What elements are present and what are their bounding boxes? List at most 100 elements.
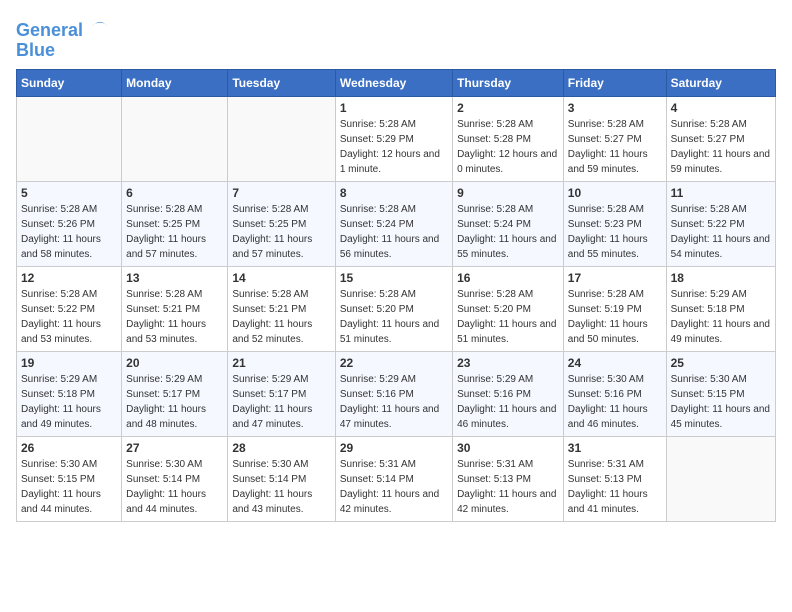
day-info: Sunrise: 5:28 AMSunset: 5:22 PMDaylight:… (671, 202, 771, 262)
day-info: Sunrise: 5:30 AMSunset: 5:15 PMDaylight:… (671, 372, 771, 432)
calendar-cell (122, 96, 228, 181)
calendar-cell: 1 Sunrise: 5:28 AMSunset: 5:29 PMDaylight… (335, 96, 452, 181)
day-number: 26 (21, 441, 117, 455)
day-info: Sunrise: 5:30 AMSunset: 5:14 PMDaylight:… (126, 457, 223, 517)
day-info: Sunrise: 5:29 AMSunset: 5:17 PMDaylight:… (126, 372, 223, 432)
logo-general: General (16, 20, 83, 40)
calendar-cell: 15 Sunrise: 5:28 AMSunset: 5:20 PMDayligh… (335, 266, 452, 351)
day-number: 19 (21, 356, 117, 370)
day-info: Sunrise: 5:28 AMSunset: 5:23 PMDaylight:… (568, 202, 662, 262)
day-info: Sunrise: 5:29 AMSunset: 5:18 PMDaylight:… (21, 372, 117, 432)
day-info: Sunrise: 5:29 AMSunset: 5:16 PMDaylight:… (340, 372, 448, 432)
calendar-header: SundayMondayTuesdayWednesdayThursdayFrid… (17, 69, 776, 96)
calendar-cell: 23 Sunrise: 5:29 AMSunset: 5:16 PMDayligh… (453, 351, 564, 436)
calendar-cell: 5 Sunrise: 5:28 AMSunset: 5:26 PMDaylight… (17, 181, 122, 266)
calendar-cell: 14Sunrise: 5:28 AMSunset: 5:21 PMDayligh… (228, 266, 335, 351)
calendar-cell: 31 Sunrise: 5:31 AMSunset: 5:13 PMDayligh… (563, 436, 666, 521)
calendar-table: SundayMondayTuesdayWednesdayThursdayFrid… (16, 69, 776, 522)
day-number: 1 (340, 101, 448, 115)
logo-icon (90, 16, 110, 36)
day-info: Sunrise: 5:28 AMSunset: 5:25 PMDaylight:… (232, 202, 330, 262)
day-info: Sunrise: 5:30 AMSunset: 5:14 PMDaylight:… (232, 457, 330, 517)
weekday-saturday: Saturday (666, 69, 775, 96)
day-info: Sunrise: 5:28 AMSunset: 5:27 PMDaylight:… (671, 117, 771, 177)
calendar-cell: 10 Sunrise: 5:28 AMSunset: 5:23 PMDayligh… (563, 181, 666, 266)
calendar-cell: 26 Sunrise: 5:30 AMSunset: 5:15 PMDayligh… (17, 436, 122, 521)
calendar-cell: 25 Sunrise: 5:30 AMSunset: 5:15 PMDayligh… (666, 351, 775, 436)
day-info: Sunrise: 5:30 AMSunset: 5:15 PMDaylight:… (21, 457, 117, 517)
weekday-sunday: Sunday (17, 69, 122, 96)
calendar-week-3: 12 Sunrise: 5:28 AMSunset: 5:22 PMDayligh… (17, 266, 776, 351)
day-info: Sunrise: 5:30 AMSunset: 5:16 PMDaylight:… (568, 372, 662, 432)
day-number: 6 (126, 186, 223, 200)
day-number: 24 (568, 356, 662, 370)
day-number: 21 (232, 356, 330, 370)
day-info: Sunrise: 5:31 AMSunset: 5:13 PMDaylight:… (457, 457, 559, 517)
calendar-cell (666, 436, 775, 521)
logo: General Blue (16, 16, 110, 61)
day-number: 5 (21, 186, 117, 200)
day-number: 12 (21, 271, 117, 285)
logo-text: General (16, 16, 110, 41)
day-info: Sunrise: 5:31 AMSunset: 5:13 PMDaylight:… (568, 457, 662, 517)
calendar-cell (17, 96, 122, 181)
weekday-monday: Monday (122, 69, 228, 96)
calendar-cell: 13Sunrise: 5:28 AMSunset: 5:21 PMDayligh… (122, 266, 228, 351)
calendar-cell: 21 Sunrise: 5:29 AMSunset: 5:17 PMDayligh… (228, 351, 335, 436)
calendar-cell: 24 Sunrise: 5:30 AMSunset: 5:16 PMDayligh… (563, 351, 666, 436)
day-number: 25 (671, 356, 771, 370)
day-info: Sunrise: 5:28 AMSunset: 5:20 PMDaylight:… (457, 287, 559, 347)
calendar-cell: 6 Sunrise: 5:28 AMSunset: 5:25 PMDaylight… (122, 181, 228, 266)
day-info: Sunrise: 5:28 AMSunset: 5:26 PMDaylight:… (21, 202, 117, 262)
day-info: Sunrise: 5:29 AMSunset: 5:17 PMDaylight:… (232, 372, 330, 432)
day-number: 23 (457, 356, 559, 370)
day-number: 17 (568, 271, 662, 285)
day-number: 2 (457, 101, 559, 115)
weekday-friday: Friday (563, 69, 666, 96)
calendar-cell: 8 Sunrise: 5:28 AMSunset: 5:24 PMDaylight… (335, 181, 452, 266)
calendar-cell: 28 Sunrise: 5:30 AMSunset: 5:14 PMDayligh… (228, 436, 335, 521)
day-info: Sunrise: 5:28 AMSunset: 5:24 PMDaylight:… (340, 202, 448, 262)
day-info: Sunrise: 5:28 AMSunset: 5:28 PMDaylight:… (457, 117, 559, 177)
day-info: Sunrise: 5:28 AMSunset: 5:22 PMDaylight:… (21, 287, 117, 347)
calendar-cell: 30 Sunrise: 5:31 AMSunset: 5:13 PMDayligh… (453, 436, 564, 521)
calendar-week-1: 1 Sunrise: 5:28 AMSunset: 5:29 PMDaylight… (17, 96, 776, 181)
day-info: Sunrise: 5:29 AMSunset: 5:16 PMDaylight:… (457, 372, 559, 432)
day-number: 15 (340, 271, 448, 285)
calendar-week-5: 26 Sunrise: 5:30 AMSunset: 5:15 PMDayligh… (17, 436, 776, 521)
calendar-cell: 4Sunrise: 5:28 AMSunset: 5:27 PMDaylight… (666, 96, 775, 181)
day-number: 8 (340, 186, 448, 200)
day-info: Sunrise: 5:31 AMSunset: 5:14 PMDaylight:… (340, 457, 448, 517)
day-info: Sunrise: 5:28 AMSunset: 5:20 PMDaylight:… (340, 287, 448, 347)
calendar-cell: 16 Sunrise: 5:28 AMSunset: 5:20 PMDayligh… (453, 266, 564, 351)
day-number: 7 (232, 186, 330, 200)
day-number: 27 (126, 441, 223, 455)
day-number: 16 (457, 271, 559, 285)
day-info: Sunrise: 5:28 AMSunset: 5:24 PMDaylight:… (457, 202, 559, 262)
calendar-cell: 17Sunrise: 5:28 AMSunset: 5:19 PMDayligh… (563, 266, 666, 351)
calendar-cell: 2 Sunrise: 5:28 AMSunset: 5:28 PMDaylight… (453, 96, 564, 181)
calendar-cell: 18Sunrise: 5:29 AMSunset: 5:18 PMDayligh… (666, 266, 775, 351)
calendar-week-2: 5 Sunrise: 5:28 AMSunset: 5:26 PMDaylight… (17, 181, 776, 266)
day-number: 14 (232, 271, 330, 285)
day-number: 9 (457, 186, 559, 200)
calendar-cell: 27 Sunrise: 5:30 AMSunset: 5:14 PMDayligh… (122, 436, 228, 521)
day-info: Sunrise: 5:28 AMSunset: 5:27 PMDaylight:… (568, 117, 662, 177)
day-number: 22 (340, 356, 448, 370)
day-number: 3 (568, 101, 662, 115)
calendar-body: 1 Sunrise: 5:28 AMSunset: 5:29 PMDaylight… (17, 96, 776, 521)
day-info: Sunrise: 5:28 AMSunset: 5:29 PMDaylight:… (340, 117, 448, 177)
calendar-cell (228, 96, 335, 181)
day-number: 20 (126, 356, 223, 370)
calendar-week-4: 19 Sunrise: 5:29 AMSunset: 5:18 PMDayligh… (17, 351, 776, 436)
day-number: 10 (568, 186, 662, 200)
day-number: 31 (568, 441, 662, 455)
day-number: 28 (232, 441, 330, 455)
day-number: 29 (340, 441, 448, 455)
logo-blue: Blue (16, 41, 110, 61)
day-number: 30 (457, 441, 559, 455)
day-info: Sunrise: 5:28 AMSunset: 5:25 PMDaylight:… (126, 202, 223, 262)
page-header: General Blue (16, 16, 776, 61)
weekday-tuesday: Tuesday (228, 69, 335, 96)
day-info: Sunrise: 5:29 AMSunset: 5:18 PMDaylight:… (671, 287, 771, 347)
